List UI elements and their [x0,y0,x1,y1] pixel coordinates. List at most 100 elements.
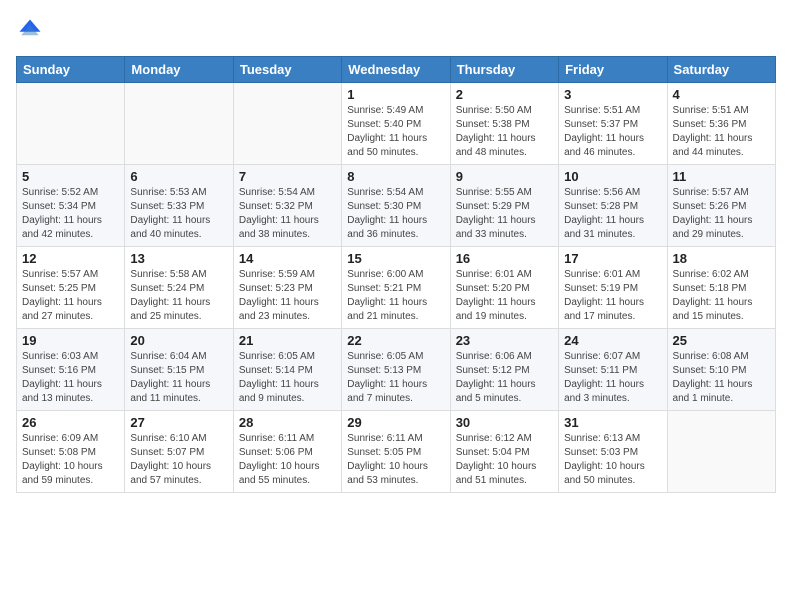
day-info-7: Sunrise: 5:54 AMSunset: 5:32 PMDaylight:… [239,186,336,242]
day-cell-17: 17Sunrise: 6:01 AMSunset: 5:19 PMDayligh… [559,247,667,329]
day-cell-23: 23 Sunrise: 6:06 AMSunset: 5:12 PMDayligh… [450,329,558,411]
day-number-31: 31 [564,415,661,430]
day-number-6: 6 [130,169,227,184]
week-row-1: 1 Sunrise: 5:49 AMSunset: 5:40 PMDaylight… [17,83,776,165]
day-info-18: Sunrise: 6:02 AMSunset: 5:18 PMDaylight:… [673,268,770,324]
day-cell-4: 4 Sunrise: 5:51 AMSunset: 5:36 PMDaylight… [667,83,775,165]
day-info-24: Sunrise: 6:07 AMSunset: 5:11 PMDaylight:… [564,350,661,406]
day-cell-28: 28 Sunrise: 6:11 AMSunset: 5:06 PMDayligh… [233,411,341,493]
day-number-3: 3 [564,87,661,102]
day-number-24: 24 [564,333,661,348]
day-cell-16: 16 Sunrise: 6:01 AMSunset: 5:20 PMDayligh… [450,247,558,329]
day-number-23: 23 [456,333,553,348]
day-number-16: 16 [456,251,553,266]
day-info-21: Sunrise: 6:05 AMSunset: 5:14 PMDaylight:… [239,350,336,406]
day-info-15: Sunrise: 6:00 AMSunset: 5:21 PMDaylight:… [347,268,444,324]
day-cell-15: 15 Sunrise: 6:00 AMSunset: 5:21 PMDayligh… [342,247,450,329]
day-cell-27: 27 Sunrise: 6:10 AMSunset: 5:07 PMDayligh… [125,411,233,493]
day-info-29: Sunrise: 6:11 AMSunset: 5:05 PMDaylight:… [347,432,444,488]
day-cell-19: 19 Sunrise: 6:03 AMSunset: 5:16 PMDayligh… [17,329,125,411]
day-number-25: 25 [673,333,770,348]
day-cell-7: 7 Sunrise: 5:54 AMSunset: 5:32 PMDaylight… [233,165,341,247]
day-cell-12: 12 Sunrise: 5:57 AMSunset: 5:25 PMDayligh… [17,247,125,329]
weekday-header-tuesday: Tuesday [233,57,341,83]
day-cell-2: 2 Sunrise: 5:50 AMSunset: 5:38 PMDaylight… [450,83,558,165]
weekday-header-sunday: Sunday [17,57,125,83]
weekday-header-friday: Friday [559,57,667,83]
weekday-header-saturday: Saturday [667,57,775,83]
day-info-14: Sunrise: 5:59 AMSunset: 5:23 PMDaylight:… [239,268,336,324]
day-info-4: Sunrise: 5:51 AMSunset: 5:36 PMDaylight:… [673,104,770,160]
day-cell-10: 10Sunrise: 5:56 AMSunset: 5:28 PMDayligh… [559,165,667,247]
week-row-3: 12 Sunrise: 5:57 AMSunset: 5:25 PMDayligh… [17,247,776,329]
day-number-13: 13 [130,251,227,266]
day-info-31: Sunrise: 6:13 AMSunset: 5:03 PMDaylight:… [564,432,661,488]
week-row-2: 5 Sunrise: 5:52 AMSunset: 5:34 PMDaylight… [17,165,776,247]
logo [16,16,48,44]
day-info-19: Sunrise: 6:03 AMSunset: 5:16 PMDaylight:… [22,350,119,406]
day-info-5: Sunrise: 5:52 AMSunset: 5:34 PMDaylight:… [22,186,119,242]
weekday-header-monday: Monday [125,57,233,83]
page-header [16,16,776,44]
day-number-20: 20 [130,333,227,348]
day-info-9: Sunrise: 5:55 AMSunset: 5:29 PMDaylight:… [456,186,553,242]
day-cell-24: 24 Sunrise: 6:07 AMSunset: 5:11 PMDayligh… [559,329,667,411]
day-info-28: Sunrise: 6:11 AMSunset: 5:06 PMDaylight:… [239,432,336,488]
day-cell-14: 14 Sunrise: 5:59 AMSunset: 5:23 PMDayligh… [233,247,341,329]
day-info-25: Sunrise: 6:08 AMSunset: 5:10 PMDaylight:… [673,350,770,406]
weekday-header-thursday: Thursday [450,57,558,83]
weekday-header-row: SundayMondayTuesdayWednesdayThursdayFrid… [17,57,776,83]
day-info-12: Sunrise: 5:57 AMSunset: 5:25 PMDaylight:… [22,268,119,324]
day-cell-1: 1 Sunrise: 5:49 AMSunset: 5:40 PMDaylight… [342,83,450,165]
calendar-table: SundayMondayTuesdayWednesdayThursdayFrid… [16,56,776,493]
day-cell-20: 20Sunrise: 6:04 AMSunset: 5:15 PMDayligh… [125,329,233,411]
day-cell-30: 30Sunrise: 6:12 AMSunset: 5:04 PMDayligh… [450,411,558,493]
day-number-27: 27 [130,415,227,430]
day-number-15: 15 [347,251,444,266]
day-cell-22: 22Sunrise: 6:05 AMSunset: 5:13 PMDayligh… [342,329,450,411]
day-number-18: 18 [673,251,770,266]
day-cell-31: 31 Sunrise: 6:13 AMSunset: 5:03 PMDayligh… [559,411,667,493]
day-cell-3: 3 Sunrise: 5:51 AMSunset: 5:37 PMDaylight… [559,83,667,165]
empty-cell [233,83,341,165]
logo-icon [16,16,44,44]
day-cell-6: 6 Sunrise: 5:53 AMSunset: 5:33 PMDaylight… [125,165,233,247]
day-number-7: 7 [239,169,336,184]
week-row-4: 19 Sunrise: 6:03 AMSunset: 5:16 PMDayligh… [17,329,776,411]
day-number-14: 14 [239,251,336,266]
day-info-2: Sunrise: 5:50 AMSunset: 5:38 PMDaylight:… [456,104,553,160]
day-info-6: Sunrise: 5:53 AMSunset: 5:33 PMDaylight:… [130,186,227,242]
empty-cell [17,83,125,165]
day-number-12: 12 [22,251,119,266]
day-info-26: Sunrise: 6:09 AMSunset: 5:08 PMDaylight:… [22,432,119,488]
day-info-27: Sunrise: 6:10 AMSunset: 5:07 PMDaylight:… [130,432,227,488]
day-cell-26: 26Sunrise: 6:09 AMSunset: 5:08 PMDayligh… [17,411,125,493]
empty-cell [125,83,233,165]
day-info-22: Sunrise: 6:05 AMSunset: 5:13 PMDaylight:… [347,350,444,406]
day-cell-9: 9 Sunrise: 5:55 AMSunset: 5:29 PMDaylight… [450,165,558,247]
day-info-3: Sunrise: 5:51 AMSunset: 5:37 PMDaylight:… [564,104,661,160]
weekday-header-wednesday: Wednesday [342,57,450,83]
day-number-17: 17 [564,251,661,266]
day-number-4: 4 [673,87,770,102]
day-number-2: 2 [456,87,553,102]
day-number-19: 19 [22,333,119,348]
day-number-21: 21 [239,333,336,348]
day-info-30: Sunrise: 6:12 AMSunset: 5:04 PMDaylight:… [456,432,553,488]
week-row-5: 26Sunrise: 6:09 AMSunset: 5:08 PMDayligh… [17,411,776,493]
day-number-5: 5 [22,169,119,184]
day-info-8: Sunrise: 5:54 AMSunset: 5:30 PMDaylight:… [347,186,444,242]
day-cell-29: 29 Sunrise: 6:11 AMSunset: 5:05 PMDayligh… [342,411,450,493]
day-number-28: 28 [239,415,336,430]
day-info-11: Sunrise: 5:57 AMSunset: 5:26 PMDaylight:… [673,186,770,242]
day-info-1: Sunrise: 5:49 AMSunset: 5:40 PMDaylight:… [347,104,444,160]
day-number-9: 9 [456,169,553,184]
day-number-1: 1 [347,87,444,102]
day-cell-25: 25 Sunrise: 6:08 AMSunset: 5:10 PMDayligh… [667,329,775,411]
day-info-16: Sunrise: 6:01 AMSunset: 5:20 PMDaylight:… [456,268,553,324]
day-cell-21: 21 Sunrise: 6:05 AMSunset: 5:14 PMDayligh… [233,329,341,411]
day-cell-11: 11Sunrise: 5:57 AMSunset: 5:26 PMDayligh… [667,165,775,247]
day-number-29: 29 [347,415,444,430]
day-cell-13: 13Sunrise: 5:58 AMSunset: 5:24 PMDayligh… [125,247,233,329]
day-info-23: Sunrise: 6:06 AMSunset: 5:12 PMDaylight:… [456,350,553,406]
